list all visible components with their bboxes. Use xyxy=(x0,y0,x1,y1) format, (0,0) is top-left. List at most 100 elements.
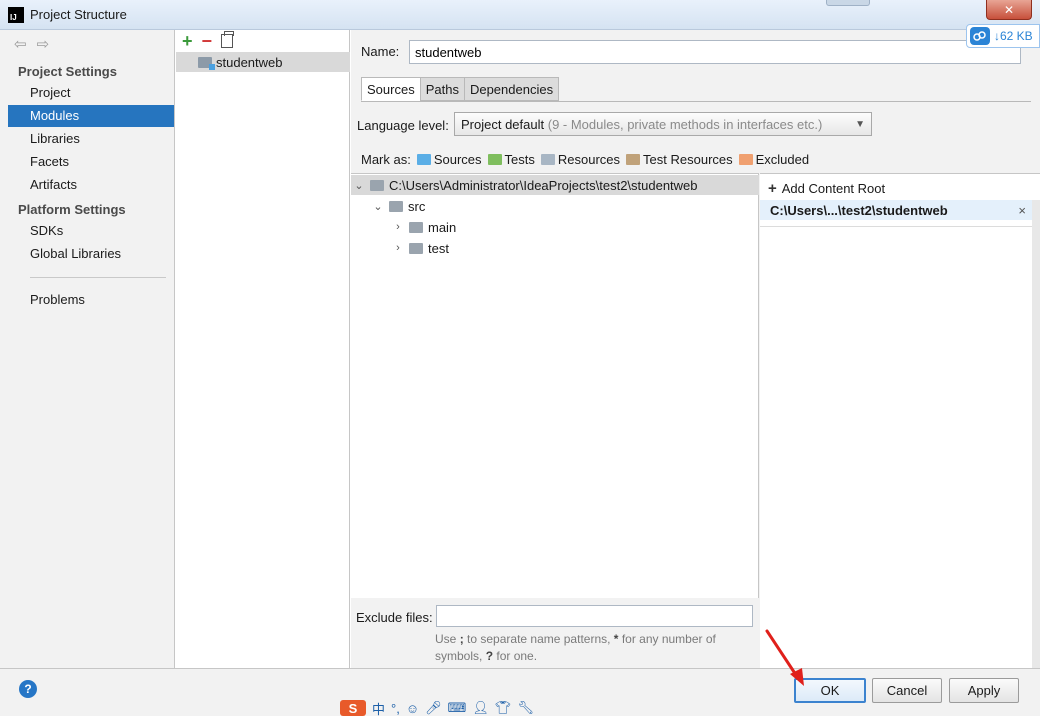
nav-item-global-libraries[interactable]: Global Libraries xyxy=(8,243,174,265)
tree-row-src[interactable]: ⌄ src xyxy=(351,196,759,216)
nav-item-sdks[interactable]: SDKs xyxy=(8,220,174,242)
chevron-down-icon[interactable]: ⌄ xyxy=(372,200,384,213)
red-annotation-arrow-icon xyxy=(765,629,804,686)
module-name-input[interactable] xyxy=(409,40,1021,64)
nav-item-project[interactable]: Project xyxy=(8,82,174,104)
copy-module-icon[interactable] xyxy=(221,31,235,48)
module-name: studentweb xyxy=(216,54,283,70)
back-forward-icon[interactable]: ⇦⇨ xyxy=(14,35,59,53)
exclude-files-hint: Use ; to separate name patterns, * for a… xyxy=(435,631,755,665)
apply-button[interactable]: Apply xyxy=(949,678,1019,703)
remove-module-icon[interactable]: − xyxy=(202,32,213,50)
ime-toolbar: S 中 °, ☺ 🎤︎ ⌨ 👤︎ 👕︎ 🔧︎ xyxy=(340,699,550,718)
platform-settings-header: Platform Settings xyxy=(18,202,126,217)
mark-as-sources-label: Sources xyxy=(433,152,482,167)
mark-as-sources-button[interactable]: Sources xyxy=(416,152,482,167)
tree-row-test[interactable]: › test xyxy=(351,238,759,258)
add-content-root-button[interactable]: + Add Content Root xyxy=(768,180,885,197)
download-speed-label: ↓62 KB xyxy=(994,29,1033,43)
user-icon[interactable]: 👤︎ xyxy=(472,700,489,716)
keyboard-icon[interactable]: ⌨ xyxy=(448,700,467,716)
exclude-files-section: Exclude files: Use ; to separate name pa… xyxy=(351,598,759,668)
content-root-divider xyxy=(760,226,1032,227)
nav-item-artifacts[interactable]: Artifacts xyxy=(8,174,174,196)
module-list-item[interactable]: studentweb xyxy=(176,52,350,72)
module-list-panel: + − studentweb xyxy=(176,30,350,668)
wrench-icon[interactable]: 🔧︎ xyxy=(517,700,534,716)
test-resources-folder-icon xyxy=(626,154,641,165)
tab-sources[interactable]: Sources xyxy=(361,77,421,101)
tab-divider xyxy=(361,101,1031,102)
content-root-entry[interactable]: C:\Users\...\test2\studentweb × xyxy=(760,200,1032,220)
close-window-button[interactable]: ✕ xyxy=(986,0,1032,20)
mark-as-excluded-label: Excluded xyxy=(755,152,810,167)
tree-label-test: test xyxy=(428,240,449,256)
mark-as-test-resources-label: Test Resources xyxy=(643,152,733,167)
content-roots-panel: + Add Content Root C:\Users\...\test2\st… xyxy=(760,173,1040,670)
language-level-select[interactable]: Project default (9 - Modules, private me… xyxy=(454,112,872,136)
nav-item-problems[interactable]: Problems xyxy=(8,289,174,311)
hint-question: ? xyxy=(485,649,494,663)
emoji-icon[interactable]: ☺ xyxy=(406,701,419,716)
sogou-logo-icon[interactable]: S xyxy=(340,700,366,716)
mark-as-excluded-button[interactable]: Excluded xyxy=(738,152,810,167)
module-toolbar: + − xyxy=(176,30,350,52)
remove-content-root-icon[interactable]: × xyxy=(1018,203,1026,218)
microphone-icon[interactable]: 🎤︎ xyxy=(425,700,442,716)
tree-row-content-root[interactable]: ⌄ C:\Users\Administrator\IdeaProjects\te… xyxy=(351,175,759,195)
nav-divider xyxy=(30,277,166,278)
tree-label-src: src xyxy=(408,198,426,214)
module-folder-icon xyxy=(198,56,215,70)
hint-semicolon: ; xyxy=(459,632,464,646)
punctuation-icon[interactable]: °, xyxy=(391,701,400,716)
tree-root-path: C:\Users\Administrator\IdeaProjects\test… xyxy=(389,177,698,193)
mark-as-toolbar: Mark as: Sources Tests Resources Test Re… xyxy=(361,152,809,167)
nav-item-modules[interactable]: Modules xyxy=(8,105,174,127)
tab-paths[interactable]: Paths xyxy=(419,77,465,101)
mark-as-label: Mark as: xyxy=(361,152,411,167)
excluded-folder-icon xyxy=(738,154,753,165)
name-label: Name: xyxy=(361,44,400,59)
content-root-path: C:\Users\...\test2\studentweb xyxy=(770,202,948,218)
cancel-button[interactable]: Cancel xyxy=(872,678,942,703)
ime-mode-label[interactable]: 中 xyxy=(372,699,385,718)
hint-part-4: for one. xyxy=(496,649,538,663)
mark-as-tests-label: Tests xyxy=(504,152,535,167)
content-roots-scrollbar[interactable] xyxy=(1032,200,1040,670)
chevron-down-icon[interactable]: ⌄ xyxy=(353,179,365,192)
folder-icon xyxy=(389,200,403,212)
language-level-hint: (9 - Modules, private methods in interfa… xyxy=(547,116,823,132)
mark-as-test-resources-button[interactable]: Test Resources xyxy=(626,152,733,167)
chevron-right-icon[interactable]: › xyxy=(392,221,404,233)
tree-label-main: main xyxy=(428,219,457,235)
nav-item-libraries[interactable]: Libraries xyxy=(8,128,174,150)
folder-icon xyxy=(409,221,423,233)
cloud-download-widget[interactable]: ↓62 KB xyxy=(966,24,1040,48)
tree-row-main[interactable]: › main xyxy=(351,217,759,237)
title-bar: IJ Project Structure ✕ xyxy=(0,0,1040,30)
exclude-files-label: Exclude files: xyxy=(356,610,433,625)
hint-part-1: Use xyxy=(435,632,457,646)
hint-part-2: to separate name patterns, xyxy=(467,632,611,646)
hint-star: * xyxy=(613,632,619,646)
resources-folder-icon xyxy=(540,154,555,165)
chevron-right-icon[interactable]: › xyxy=(392,242,404,254)
help-icon[interactable]: ? xyxy=(19,680,37,698)
settings-tabs: Sources Paths Dependencies xyxy=(361,77,560,101)
folder-icon xyxy=(370,179,384,191)
skin-shirt-icon[interactable]: 👕︎ xyxy=(495,700,512,716)
nav-item-facets[interactable]: Facets xyxy=(8,151,174,173)
language-level-value: Project default xyxy=(461,116,545,132)
sources-folder-icon xyxy=(416,154,431,165)
settings-navigation: ⇦⇨ Project Settings Project Modules Libr… xyxy=(0,30,175,668)
add-module-icon[interactable]: + xyxy=(182,32,193,50)
exclude-files-input[interactable] xyxy=(436,605,753,627)
window-title: Project Structure xyxy=(30,7,127,22)
plus-icon: + xyxy=(768,180,777,197)
source-tree: ⌄ C:\Users\Administrator\IdeaProjects\te… xyxy=(351,173,759,598)
mark-as-tests-button[interactable]: Tests xyxy=(487,152,535,167)
project-settings-header: Project Settings xyxy=(18,64,117,79)
tab-dependencies[interactable]: Dependencies xyxy=(463,77,560,101)
mark-as-resources-button[interactable]: Resources xyxy=(540,152,620,167)
baidu-cloud-icon xyxy=(970,27,990,45)
